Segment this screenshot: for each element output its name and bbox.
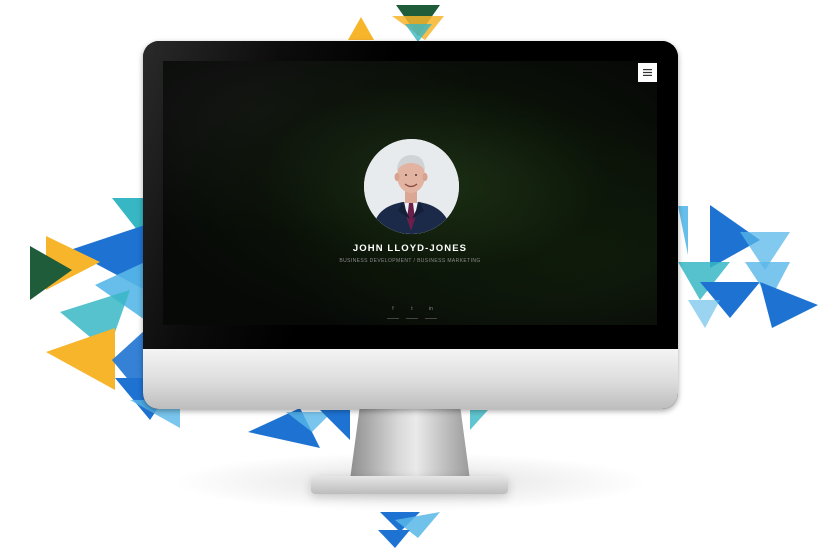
linkedin-icon: in [429,306,433,312]
hamburger-menu-icon [643,69,652,76]
monitor-base [311,476,508,494]
profile-subtitle: BUSINESS DEVELOPMENT / BUSINESS MARKETIN… [339,258,481,264]
twitter-icon: t [411,306,413,312]
profile-photo [364,139,459,234]
facebook-link[interactable]: f [387,306,399,319]
monitor-chin [143,349,678,409]
monitor-stand [350,408,470,480]
profile-name: JOHN LLOYD-JONES [352,243,468,254]
menu-button[interactable] [638,63,657,82]
facebook-icon: f [392,306,394,312]
linkedin-link[interactable]: in [425,306,437,319]
website-screen: JOHN LLOYD-JONES BUSINESS DEVELOPMENT / … [163,61,657,325]
twitter-link[interactable]: t [406,306,418,319]
social-links: f t in [387,306,437,319]
